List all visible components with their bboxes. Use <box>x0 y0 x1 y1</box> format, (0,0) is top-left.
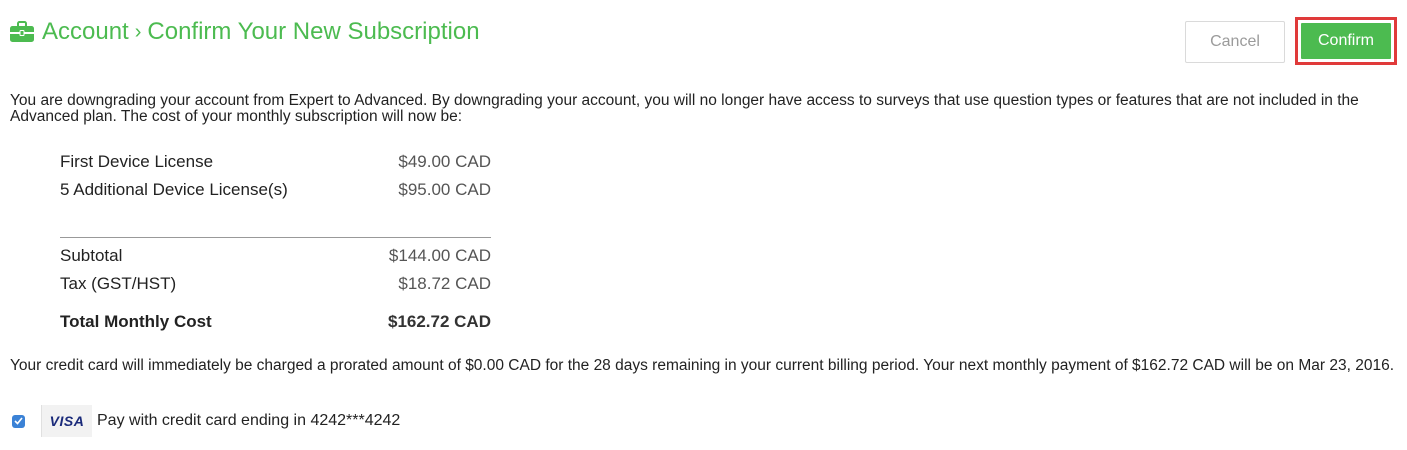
summary-divider <box>60 237 491 238</box>
total-label: Total Monthly Cost <box>60 312 212 331</box>
total-row: Total Monthly Cost $162.72 CAD <box>60 308 491 336</box>
line-item-amount: $49.00 CAD <box>398 152 491 171</box>
payment-label: Pay with credit card ending in 4242***42… <box>97 412 401 429</box>
line-item-amount: $95.00 CAD <box>398 180 491 199</box>
line-item-label: 5 Additional Device License(s) <box>60 180 288 199</box>
page-title: Confirm Your New Subscription <box>147 18 480 45</box>
checkmark-icon <box>14 417 23 425</box>
breadcrumb-separator: › <box>134 20 142 43</box>
summary-row: Tax (GST/HST) $18.72 CAD <box>60 270 491 298</box>
summary-row: Subtotal $144.00 CAD <box>60 242 491 270</box>
confirm-button[interactable]: Confirm <box>1301 23 1391 59</box>
line-item: First Device License $49.00 CAD <box>60 148 491 176</box>
charge-notice: Your credit card will immediately be cha… <box>10 357 1394 374</box>
pay-with-card-checkbox[interactable] <box>12 414 25 428</box>
summary-items: Subtotal $144.00 CAD Tax (GST/HST) $18.7… <box>60 242 491 298</box>
page-header: Account › Confirm Your New Subscription <box>10 18 480 46</box>
line-items: First Device License $49.00 CAD 5 Additi… <box>60 148 491 204</box>
payment-option: VISA Pay with credit card ending in 4242… <box>12 405 400 437</box>
downgrade-intro-text: You are downgrading your account from Ex… <box>10 92 1359 125</box>
summary-label: Tax (GST/HST) <box>60 274 177 293</box>
line-item-label: First Device License <box>60 152 214 171</box>
summary-amount: $18.72 CAD <box>398 274 491 293</box>
breadcrumb-account[interactable]: Account <box>42 18 129 46</box>
visa-card-icon: VISA <box>41 405 92 437</box>
total-amount: $162.72 CAD <box>387 312 491 331</box>
summary-amount: $144.00 CAD <box>388 246 491 265</box>
briefcase-icon <box>10 21 34 43</box>
line-item: 5 Additional Device License(s) $95.00 CA… <box>60 176 491 204</box>
confirm-button-highlight: Confirm <box>1295 17 1397 65</box>
cancel-button[interactable]: Cancel <box>1185 21 1285 63</box>
summary-label: Subtotal <box>60 246 123 265</box>
